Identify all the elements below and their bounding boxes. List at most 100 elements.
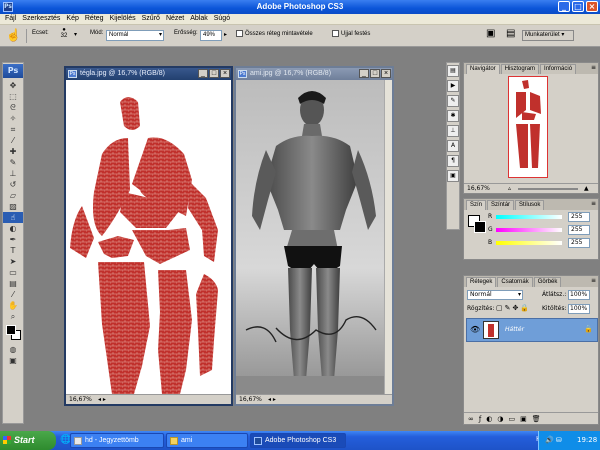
brush-picker[interactable]: ● 32 — [58, 27, 70, 39]
mode-select[interactable]: Normál ▾ — [106, 30, 164, 41]
strength-input[interactable]: 49% — [200, 30, 222, 41]
lock-icons[interactable]: ▢✎✥🔒 — [496, 304, 531, 312]
status-arrow-icon[interactable]: ◂ ▸ — [268, 395, 276, 405]
close-window-button[interactable]: × — [586, 1, 598, 12]
eraser-tool-icon[interactable]: ▱ — [3, 190, 23, 201]
quick-mask-icon[interactable]: ◍ — [3, 344, 23, 355]
panel-menu-icon[interactable]: ≡ — [591, 200, 596, 207]
healing-brush-tool-icon[interactable]: ✚ — [3, 146, 23, 157]
tab-layers[interactable]: Rétegek — [466, 277, 497, 287]
character-panel-icon[interactable]: A — [447, 140, 459, 152]
zoom-slider[interactable] — [518, 188, 578, 190]
document-minimize-button[interactable]: _ — [198, 69, 208, 78]
strength-slider-icon[interactable]: ▸ — [224, 31, 227, 38]
document-zoom[interactable]: 16,67% — [69, 396, 92, 403]
layer-row-background[interactable]: 👁 Háttér 🔒 — [466, 318, 598, 342]
green-value[interactable]: 255 — [568, 225, 590, 235]
photo-canvas[interactable] — [236, 80, 392, 394]
panel-menu-icon[interactable]: ≡ — [591, 277, 596, 284]
navigator-thumbnail[interactable] — [508, 76, 548, 178]
document-window-tegla[interactable]: Ps tégla.jpg @ 16,7% (RGB/8) _ □ × 16,67… — [64, 66, 233, 406]
hand-tool-icon[interactable]: ✋ — [3, 300, 23, 311]
foreground-color-swatch[interactable] — [6, 325, 16, 335]
menu-image[interactable]: Kép — [63, 14, 81, 24]
clock[interactable]: 19:28 — [577, 431, 597, 450]
taskbar-button-notepad[interactable]: hd - Jegyzettömb — [70, 433, 164, 448]
brushes-panel-icon[interactable]: ✱ — [447, 110, 459, 122]
menu-select[interactable]: Kijelölés — [107, 14, 139, 24]
tab-swatches[interactable]: Színtár — [487, 200, 515, 210]
tab-curves[interactable]: Görbék — [533, 277, 562, 287]
paragraph-panel-icon[interactable]: ¶ — [447, 155, 459, 167]
taskbar-button-folder[interactable]: ami — [166, 433, 248, 448]
red-slider[interactable] — [496, 215, 562, 219]
tool-presets-icon[interactable]: ✎ — [447, 95, 459, 107]
document-window-ami[interactable]: Ps ami.jpg @ 16,7% (RGB/8) _ □ × 16,67% … — [234, 66, 394, 406]
tab-styles[interactable]: Stílusok — [515, 200, 545, 210]
green-slider[interactable] — [496, 228, 562, 232]
minimize-window-button[interactable]: _ — [558, 1, 570, 12]
document-close-button[interactable]: × — [381, 69, 391, 78]
zoom-in-icon[interactable]: ▲ — [584, 184, 589, 194]
layer-comps-icon[interactable]: ▣ — [447, 170, 459, 182]
layer-visibility-eye-icon[interactable]: 👁 — [470, 325, 480, 334]
panel-menu-icon[interactable]: ≡ — [591, 64, 596, 71]
eyedropper-tool-icon[interactable]: ⁄ — [3, 135, 23, 146]
menu-file[interactable]: Fájl — [2, 14, 19, 24]
palette-well-icon[interactable]: ▤ — [506, 28, 515, 39]
zoom-out-icon[interactable]: ▵ — [508, 184, 511, 194]
document-maximize-button[interactable]: □ — [209, 69, 219, 78]
path-selection-tool-icon[interactable]: ➤ — [3, 256, 23, 267]
dodge-tool-icon[interactable]: ◐ — [3, 223, 23, 234]
finger-paint-checkbox[interactable]: Ujjal festés — [332, 30, 370, 37]
history-brush-tool-icon[interactable]: ↺ — [3, 179, 23, 190]
opacity-input[interactable]: 100% — [568, 290, 590, 300]
marquee-tool-icon[interactable]: ⬚ — [3, 91, 23, 102]
layers-footer-buttons[interactable]: ∞ƒ◐◑▭▣🗑 — [464, 412, 598, 424]
shape-tool-icon[interactable]: ▭ — [3, 267, 23, 278]
document-zoom[interactable]: 16,67% — [239, 396, 262, 403]
crop-tool-icon[interactable]: ⌗ — [3, 124, 23, 135]
eyedropper2-tool-icon[interactable]: ⁄ — [3, 289, 23, 300]
type-tool-icon[interactable]: T — [3, 245, 23, 256]
fill-input[interactable]: 100% — [568, 304, 590, 314]
color-fg-swatch[interactable] — [474, 221, 486, 233]
gradient-tool-icon[interactable]: ▨ — [3, 201, 23, 212]
menu-layer[interactable]: Réteg — [82, 14, 107, 24]
tab-navigator[interactable]: Navigátor — [466, 64, 500, 74]
blend-mode-select[interactable]: Normál ▾ — [467, 290, 523, 300]
smudge-tool-preset-icon[interactable]: ☝ — [6, 28, 21, 42]
tab-channels[interactable]: Csatornák — [497, 277, 533, 287]
notes-tool-icon[interactable]: ▤ — [3, 278, 23, 289]
tab-histogram[interactable]: Hisztogram — [500, 64, 540, 74]
clone-stamp-tool-icon[interactable]: ⊥ — [3, 168, 23, 179]
menu-window[interactable]: Ablak — [187, 14, 211, 24]
document-maximize-button[interactable]: □ — [370, 69, 380, 78]
vertical-scrollbar[interactable] — [384, 80, 392, 394]
screen-mode-icon[interactable]: ▣ — [3, 355, 23, 366]
document-title-bar[interactable]: Ps tégla.jpg @ 16,7% (RGB/8) _ □ × — [66, 68, 231, 80]
document-title-bar[interactable]: Ps ami.jpg @ 16,7% (RGB/8) _ □ × — [236, 68, 392, 80]
pen-tool-icon[interactable]: ✒ — [3, 234, 23, 245]
brush-tool-icon[interactable]: ✎ — [3, 157, 23, 168]
start-button[interactable]: Start — [0, 431, 56, 450]
navigator-zoom-value[interactable]: 16,67% — [467, 185, 490, 192]
zoom-tool-icon[interactable]: ⌕ — [3, 311, 23, 322]
actions-panel-icon[interactable]: ▶ — [447, 80, 459, 92]
red-value[interactable]: 255 — [568, 212, 590, 222]
menu-help[interactable]: Súgó — [211, 14, 233, 24]
document-minimize-button[interactable]: _ — [359, 69, 369, 78]
menu-view[interactable]: Nézet — [163, 14, 187, 24]
taskbar-button-photoshop[interactable]: Adobe Photoshop CS3 — [250, 433, 346, 448]
status-arrow-icon[interactable]: ◂ ▸ — [98, 395, 106, 405]
workspace-menu[interactable]: Munkaterület ▾ — [522, 30, 574, 41]
tab-info[interactable]: Információ — [540, 64, 577, 74]
all-layers-checkbox[interactable]: Összes réteg mintavétele — [236, 30, 313, 37]
clone-source-icon[interactable]: ⊥ — [447, 125, 459, 137]
bridge-icon[interactable]: ▣ — [486, 28, 495, 39]
smudge-tool-icon[interactable]: ☝ — [3, 212, 23, 223]
move-tool-icon[interactable]: ✥ — [3, 80, 23, 91]
history-panel-icon[interactable]: ▤ — [447, 65, 459, 77]
blue-value[interactable]: 255 — [568, 238, 590, 248]
blue-slider[interactable] — [496, 241, 562, 245]
